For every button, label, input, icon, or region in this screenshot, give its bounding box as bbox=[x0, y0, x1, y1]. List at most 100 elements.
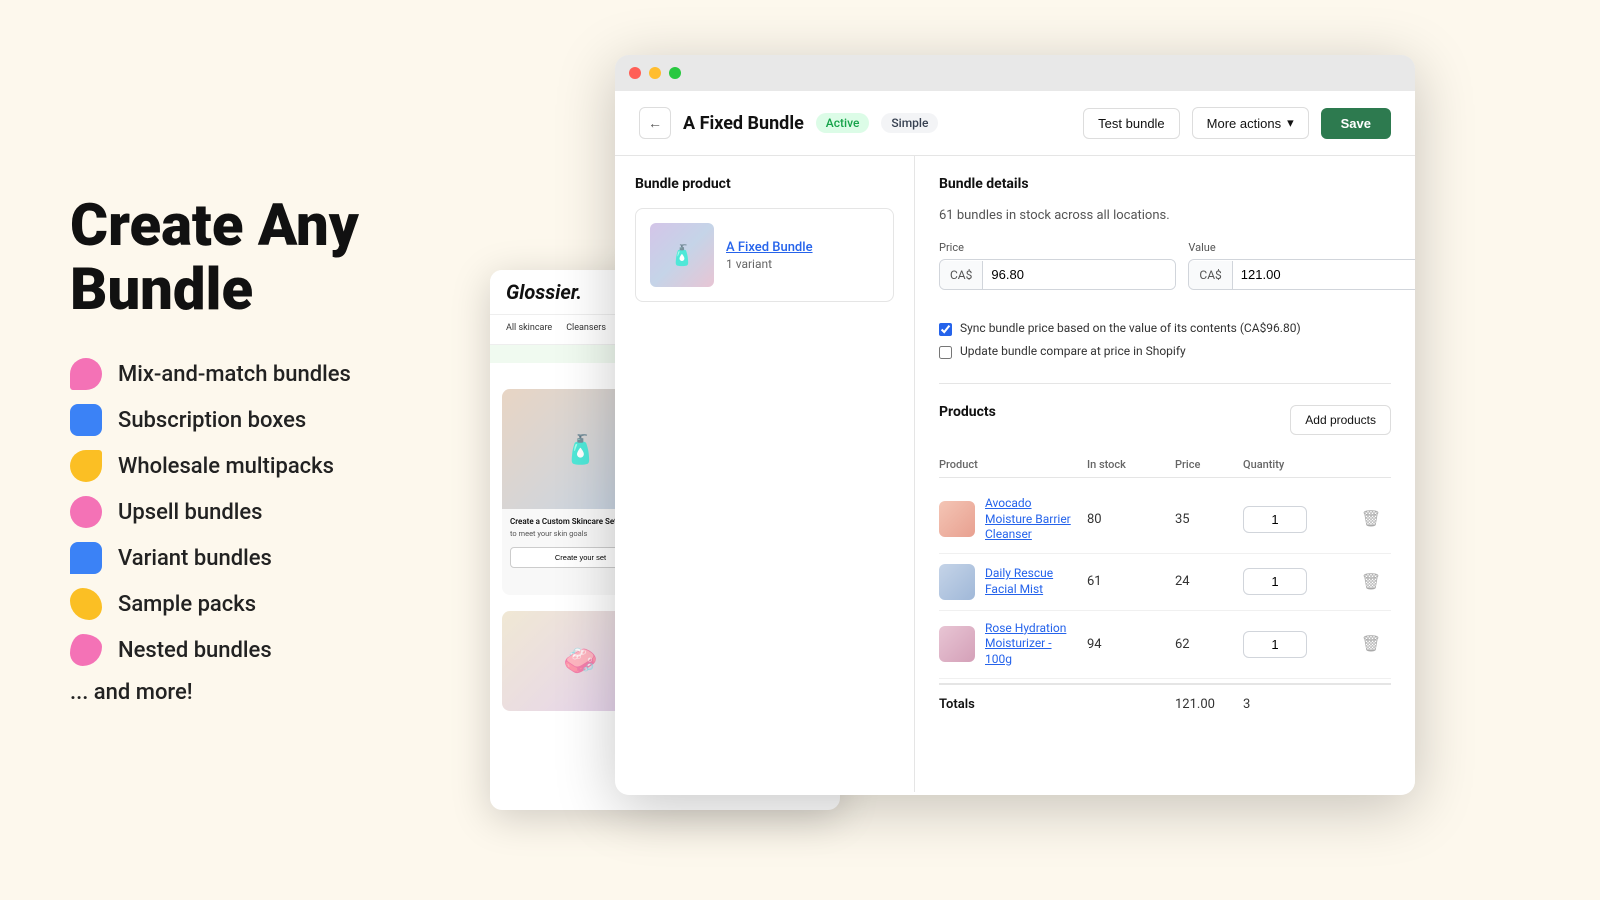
bundle-product-card: 🧴 A Fixed Bundle 1 variant bbox=[635, 208, 894, 302]
titlebar-dot-yellow[interactable] bbox=[649, 67, 661, 79]
more-actions-chevron-icon: ▾ bbox=[1287, 115, 1294, 131]
price-prefix: CA$ bbox=[940, 261, 983, 289]
feature-icon-mix-match bbox=[70, 358, 102, 390]
app-body: Bundle product 🧴 A Fixed Bundle 1 varian… bbox=[615, 156, 1415, 792]
products-table: Product In stock Price Quantity Avocado … bbox=[939, 452, 1391, 724]
titlebar-dot-red[interactable] bbox=[629, 67, 641, 79]
save-button[interactable]: Save bbox=[1321, 108, 1391, 139]
feature-icon-upsell bbox=[70, 496, 102, 528]
feature-item-upsell: Upsell bundles bbox=[70, 496, 460, 528]
feature-icon-nested bbox=[70, 634, 102, 666]
feature-item-variant: Variant bundles bbox=[70, 542, 460, 574]
value-input[interactable] bbox=[1233, 260, 1415, 289]
feature-label-sample: Sample packs bbox=[118, 592, 256, 617]
product-instock-2: 94 bbox=[1087, 637, 1167, 652]
feature-label-variant: Variant bundles bbox=[118, 546, 272, 571]
totals-price: 121.00 bbox=[1175, 697, 1235, 712]
store-cat-all[interactable]: All skincare bbox=[506, 323, 552, 336]
bundle-details-title: Bundle details bbox=[939, 176, 1391, 192]
app-mockup: ← A Fixed Bundle Active Simple Test bund… bbox=[615, 55, 1415, 795]
more-actions-button[interactable]: More actions ▾ bbox=[1192, 107, 1309, 139]
product-instock-0: 80 bbox=[1087, 512, 1167, 527]
feature-item-mix-match: Mix-and-match bundles bbox=[70, 358, 460, 390]
feature-list: Mix-and-match bundles Subscription boxes W… bbox=[70, 358, 460, 666]
price-input[interactable] bbox=[983, 260, 1175, 289]
compare-price-label: Update bundle compare at price in Shopif… bbox=[960, 344, 1186, 358]
bundle-product-info: A Fixed Bundle 1 variant bbox=[726, 240, 879, 271]
product-price-1: 24 bbox=[1175, 574, 1235, 589]
main-title: Create Any Bundle bbox=[70, 195, 460, 323]
feature-icon-wholesale bbox=[70, 450, 102, 482]
product-link-2[interactable]: Rose Hydration Moisturizer - 100g bbox=[985, 621, 1079, 668]
products-header: Products Add products bbox=[939, 404, 1391, 436]
bundle-product-title: Bundle product bbox=[635, 176, 894, 192]
right-panel: Glossier. MENU SEARCH BAG (0) All skinca… bbox=[520, 0, 1600, 900]
totals-qty: 3 bbox=[1243, 697, 1343, 712]
product-qty-2[interactable] bbox=[1243, 631, 1307, 658]
product-cell-1: Daily Rescue Facial Mist bbox=[939, 564, 1079, 600]
value-field: Value CA$ bbox=[1188, 241, 1415, 307]
app-content: ← A Fixed Bundle Active Simple Test bund… bbox=[615, 91, 1415, 795]
more-actions-label: More actions bbox=[1207, 116, 1281, 131]
product-qty-cell-2 bbox=[1243, 631, 1343, 658]
totals-row: Totals 121.00 3 bbox=[939, 683, 1391, 724]
app-header: ← A Fixed Bundle Active Simple Test bund… bbox=[615, 91, 1415, 156]
bundle-product-variant: 1 variant bbox=[726, 257, 879, 271]
product-cell-2: Rose Hydration Moisturizer - 100g bbox=[939, 621, 1079, 668]
store-cat-cleansers[interactable]: Cleansers bbox=[566, 323, 606, 336]
product-instock-1: 61 bbox=[1087, 574, 1167, 589]
bundle-product-thumb: 🧴 bbox=[650, 223, 714, 287]
badge-active: Active bbox=[816, 113, 870, 133]
feature-label-mix-match: Mix-and-match bundles bbox=[118, 362, 351, 387]
app-left-col: Bundle product 🧴 A Fixed Bundle 1 varian… bbox=[615, 156, 915, 792]
feature-label-wholesale: Wholesale multipacks bbox=[118, 454, 334, 479]
table-row-2: Rose Hydration Moisturizer - 100g 94 62 … bbox=[939, 611, 1391, 679]
product-qty-cell-0 bbox=[1243, 506, 1343, 533]
feature-label-subscription: Subscription boxes bbox=[118, 408, 306, 433]
app-titlebar bbox=[615, 55, 1415, 91]
titlebar-dot-green[interactable] bbox=[669, 67, 681, 79]
product-delete-0[interactable]: 🗑 bbox=[1351, 505, 1391, 533]
price-field: Price CA$ bbox=[939, 241, 1176, 307]
col-instock: In stock bbox=[1087, 458, 1167, 471]
price-label: Price bbox=[939, 241, 1176, 254]
product-rows: Avocado Moisture Barrier Cleanser 80 35 … bbox=[939, 486, 1391, 679]
badge-simple: Simple bbox=[881, 113, 938, 133]
product-cell-0: Avocado Moisture Barrier Cleanser bbox=[939, 496, 1079, 543]
product-qty-cell-1 bbox=[1243, 568, 1343, 595]
feature-label-upsell: Upsell bundles bbox=[118, 500, 263, 525]
bundle-product-link[interactable]: A Fixed Bundle bbox=[726, 240, 879, 255]
product-qty-1[interactable] bbox=[1243, 568, 1307, 595]
and-more: ... and more! bbox=[70, 680, 460, 705]
col-product: Product bbox=[939, 458, 1079, 471]
table-header: Product In stock Price Quantity bbox=[939, 452, 1391, 478]
product-delete-2[interactable]: 🗑 bbox=[1351, 630, 1391, 658]
feature-item-wholesale: Wholesale multipacks bbox=[70, 450, 460, 482]
table-row-0: Avocado Moisture Barrier Cleanser 80 35 … bbox=[939, 486, 1391, 554]
product-thumb-0 bbox=[939, 501, 975, 537]
product-price-2: 62 bbox=[1175, 637, 1235, 652]
add-products-button[interactable]: Add products bbox=[1290, 405, 1391, 435]
compare-price-checkbox[interactable] bbox=[939, 346, 952, 359]
feature-item-sample: Sample packs bbox=[70, 588, 460, 620]
bundle-title: A Fixed Bundle bbox=[683, 113, 804, 134]
checkbox-row-2: Update bundle compare at price in Shopif… bbox=[939, 344, 1391, 359]
test-bundle-button[interactable]: Test bundle bbox=[1083, 108, 1180, 139]
checkbox-row-1: Sync bundle price based on the value of … bbox=[939, 321, 1391, 336]
back-button[interactable]: ← bbox=[639, 107, 671, 139]
product-delete-1[interactable]: 🗑 bbox=[1351, 568, 1391, 596]
price-input-wrap: CA$ bbox=[939, 259, 1176, 290]
left-panel: Create Any Bundle Mix-and-match bundles S… bbox=[0, 135, 520, 766]
product-qty-0[interactable] bbox=[1243, 506, 1307, 533]
feature-label-nested: Nested bundles bbox=[118, 638, 272, 663]
product-link-1[interactable]: Daily Rescue Facial Mist bbox=[985, 566, 1079, 597]
sync-price-checkbox[interactable] bbox=[939, 323, 952, 336]
value-input-wrap: CA$ bbox=[1188, 259, 1415, 290]
product-link-0[interactable]: Avocado Moisture Barrier Cleanser bbox=[985, 496, 1079, 543]
feature-icon-sample bbox=[70, 588, 102, 620]
store-logo: Glossier. bbox=[506, 280, 582, 304]
table-row-1: Daily Rescue Facial Mist 61 24 🗑 bbox=[939, 554, 1391, 611]
value-prefix: CA$ bbox=[1189, 261, 1232, 289]
stock-info: 61 bundles in stock across all locations… bbox=[939, 208, 1391, 223]
col-price: Price bbox=[1175, 458, 1235, 471]
